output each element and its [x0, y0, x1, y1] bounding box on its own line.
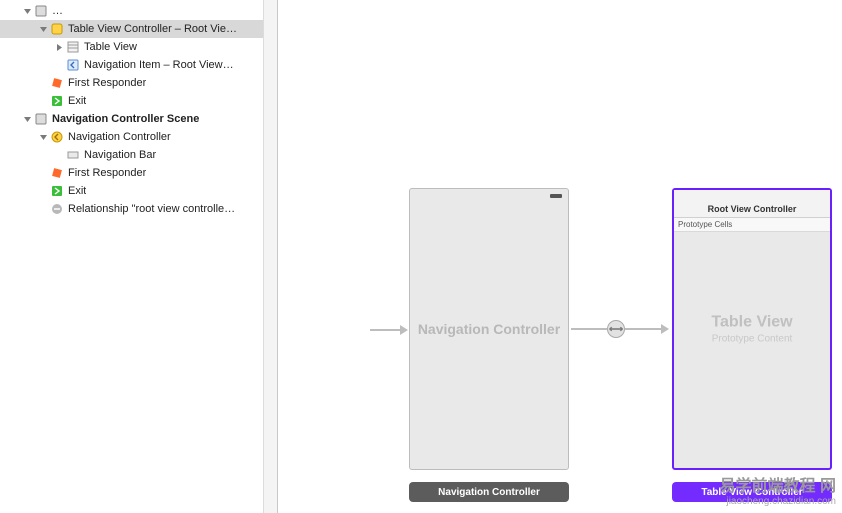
- prototype-cells-header[interactable]: Prototype Cells: [674, 218, 830, 232]
- navbar-icon: [66, 148, 80, 162]
- outline-item-tablevc[interactable]: Table View Controller – Root Vie…: [0, 20, 277, 38]
- segue-knob-glyph: ⟷: [609, 324, 623, 335]
- outline-label: Exit: [68, 185, 86, 197]
- tableview-placeholder-sub: Prototype Content: [674, 334, 830, 345]
- outline-item-exit-2[interactable]: Exit: [0, 182, 277, 200]
- disclosure-down-icon[interactable]: [22, 114, 32, 124]
- prototype-cells-text: Prototype Cells: [678, 220, 732, 229]
- arrow-head-icon: [400, 325, 408, 335]
- arrow-line: [370, 329, 400, 331]
- scene-icon: [34, 4, 48, 18]
- segue-icon: [50, 202, 64, 216]
- scene-label-text: Navigation Controller: [438, 487, 540, 498]
- outline-item-tableview[interactable]: Table View: [0, 38, 277, 56]
- outline-item-first-responder-2[interactable]: First Responder: [0, 164, 277, 182]
- document-outline: … Table View Controller – Root Vie… Tabl…: [0, 0, 278, 513]
- viewcontroller-icon: [50, 22, 64, 36]
- outline-item-relationship-segue[interactable]: Relationship "root view controlle…: [0, 200, 277, 218]
- arrow-head-icon: [661, 324, 669, 334]
- disclosure-down-icon[interactable]: [38, 24, 48, 34]
- disclosure-right-icon[interactable]: [54, 42, 64, 52]
- outline-label: Navigation Item – Root View…: [84, 59, 234, 71]
- watermark: 易学前端教程 网 jiaocheng.chazidian.com: [720, 478, 836, 507]
- scene-navigation-controller[interactable]: Navigation Controller Navigation Control…: [409, 188, 569, 470]
- navitem-icon: [66, 58, 80, 72]
- outline-item-navcontroller[interactable]: Navigation Controller: [0, 128, 277, 146]
- scene-body-tablevc[interactable]: Root View Controller Prototype Cells Tab…: [672, 188, 832, 470]
- outline-label: Navigation Controller Scene: [52, 113, 199, 125]
- outline-scene1-header-text: …: [52, 5, 63, 17]
- navcontroller-icon: [50, 130, 64, 144]
- tableview-placeholder: Table View Prototype Content: [674, 314, 830, 345]
- outline-scene-header-navcontroller[interactable]: Navigation Controller Scene: [0, 110, 277, 128]
- exit-icon: [50, 94, 64, 108]
- segue-line-left: [571, 328, 607, 330]
- first-responder-icon: [50, 166, 64, 180]
- storyboard-canvas[interactable]: Navigation Controller Navigation Control…: [278, 0, 842, 513]
- navbar-title[interactable]: Root View Controller: [674, 190, 830, 218]
- watermark-line2: jiaocheng.chazidian.com: [720, 496, 836, 507]
- scene-body-navcontroller[interactable]: Navigation Controller: [409, 188, 569, 470]
- scene-label-navcontroller[interactable]: Navigation Controller: [409, 482, 569, 502]
- status-bar-icon: [550, 194, 562, 198]
- outline-label: First Responder: [68, 77, 146, 89]
- disclosure-down-icon[interactable]: [22, 6, 32, 16]
- outline-item-first-responder[interactable]: First Responder: [0, 74, 277, 92]
- navcontroller-placeholder-text: Navigation Controller: [418, 321, 560, 337]
- outline-scrollbar[interactable]: [263, 0, 277, 513]
- tableview-icon: [66, 40, 80, 54]
- segue-knob-icon: ⟷: [607, 320, 625, 338]
- scene-table-view-controller[interactable]: Root View Controller Prototype Cells Tab…: [672, 188, 832, 470]
- segue-line-right: [625, 328, 661, 330]
- outline-label: First Responder: [68, 167, 146, 179]
- relationship-segue[interactable]: ⟷: [571, 325, 669, 333]
- outline-scene-header-truncated[interactable]: …: [0, 2, 277, 20]
- outline-label: Table View: [84, 41, 137, 53]
- watermark-line1: 易学前端教程 网: [720, 478, 836, 496]
- exit-icon: [50, 184, 64, 198]
- navbar-title-text: Root View Controller: [708, 204, 797, 214]
- outline-label: Relationship "root view controlle…: [68, 203, 235, 215]
- initial-vc-arrow[interactable]: [370, 325, 408, 335]
- outline-item-navitem[interactable]: Navigation Item – Root View…: [0, 56, 277, 74]
- outline-label: Table View Controller – Root Vie…: [68, 23, 237, 35]
- scene-icon: [34, 112, 48, 126]
- outline-item-navbar[interactable]: Navigation Bar: [0, 146, 277, 164]
- outline-label: Exit: [68, 95, 86, 107]
- outline-label: Navigation Bar: [84, 149, 156, 161]
- outline-item-exit[interactable]: Exit: [0, 92, 277, 110]
- tableview-placeholder-main: Table View: [674, 314, 830, 332]
- outline-label: Navigation Controller: [68, 131, 171, 143]
- first-responder-icon: [50, 76, 64, 90]
- disclosure-down-icon[interactable]: [38, 132, 48, 142]
